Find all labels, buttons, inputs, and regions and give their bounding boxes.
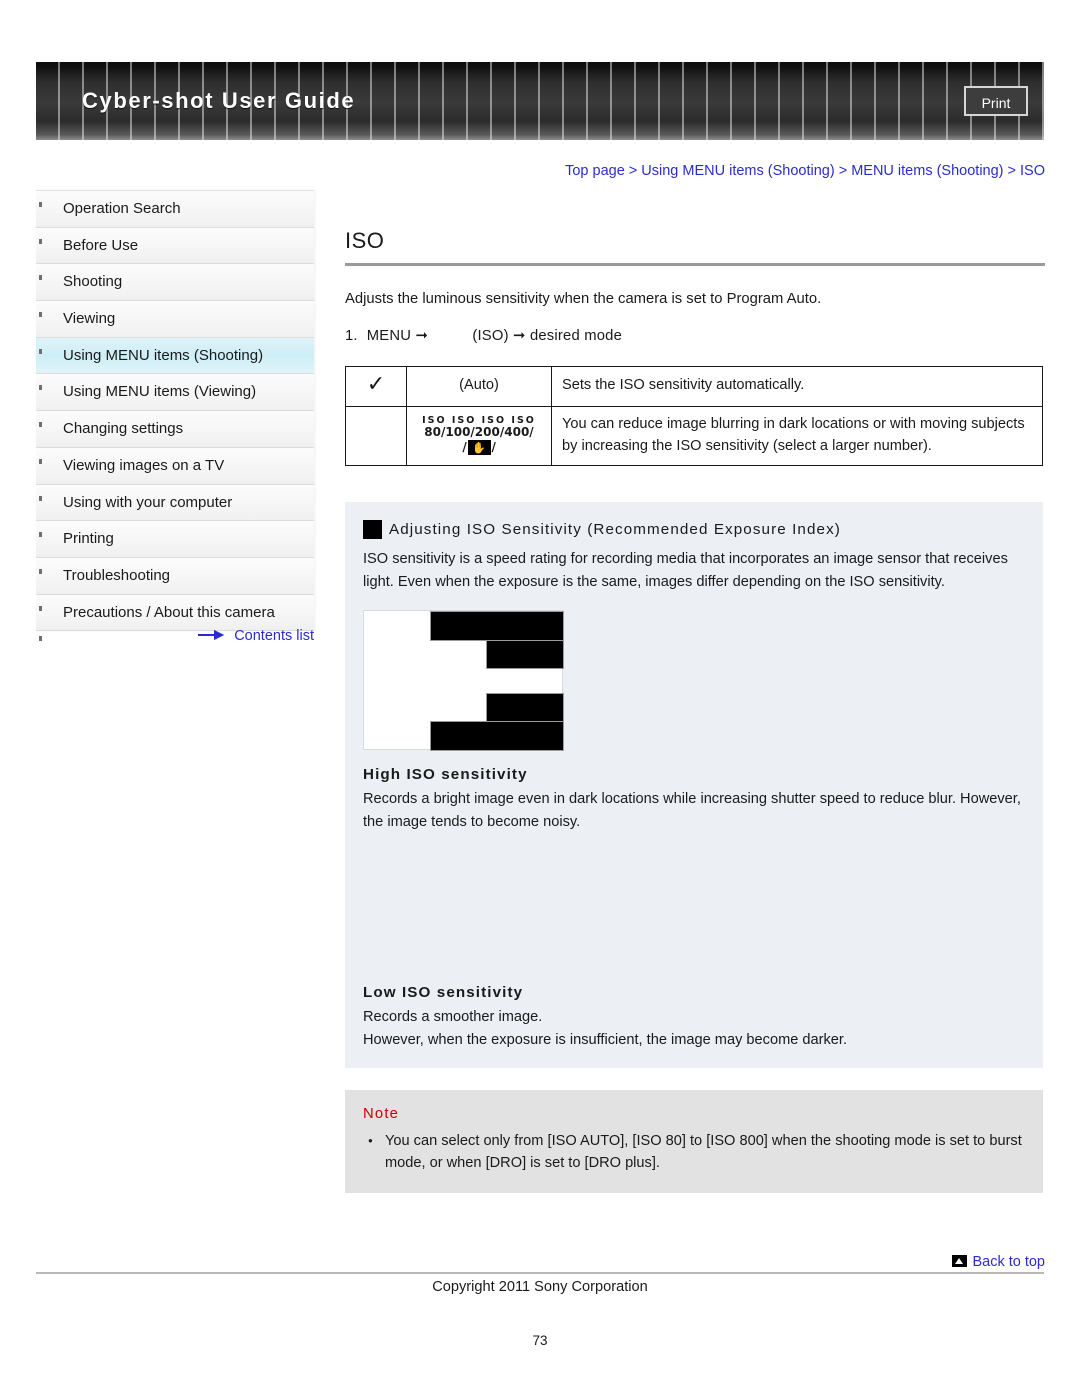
panel-spacer [363,834,1025,984]
sidebar-item-before-use[interactable]: Before Use [36,227,314,265]
iso-hand-row: // [417,440,541,456]
breadcrumb[interactable]: Top page > Using MENU items (Shooting) >… [345,163,1045,179]
print-button[interactable]: Print [964,86,1028,116]
page-title: ISO [345,228,385,253]
sidebar-item-precautions-about-this-camera[interactable]: Precautions / About this camera [36,594,314,632]
contents-list-link[interactable]: Contents list [36,628,314,644]
title-divider [345,263,1045,266]
iso-hand-suffix: / [491,440,496,455]
iso-hand-prefix: / [462,440,467,455]
table-row: ISO ISO ISO ISO 80/100/200/400/ // You c… [345,405,1043,466]
step-number: 1. [345,327,358,344]
step-instruction: 1. MENU ➞ (ISO) ➞ desired mode [345,327,1045,344]
step-arrow-icon-2: ➞ [513,326,526,344]
sidebar-item-troubleshooting[interactable]: Troubleshooting [36,557,314,595]
copyright-text: Copyright 2011 Sony Corporation [432,1279,648,1295]
panel-intro-paragraph: ISO sensitivity is a speed rating for re… [363,550,1008,590]
low-iso-body-line1: Records a smoother image. [363,1008,543,1025]
right-arrow-icon [198,628,225,644]
low-iso-heading: Low ISO sensitivity [363,983,524,1001]
step-iso-label: (ISO) [472,327,509,344]
sidebar-item-printing[interactable]: Printing [36,521,314,558]
footer-divider [36,1272,1044,1274]
app-title: Cyber-shot User Guide [82,88,356,113]
iso-sensitivity-panel: Adjusting ISO Sensitivity (Recommended E… [345,501,1043,1068]
iso-values-icon: ISO ISO ISO ISO 80/100/200/400/ // [417,415,541,456]
intro-paragraph: Adjusts the luminous sensitivity when th… [345,291,822,307]
step-desired-mode-label: desired mode [529,327,623,344]
figure-block-upper-right [486,639,564,669]
sidebar-nav-list: Operation Search Before Use Shooting Vie… [36,190,314,632]
figure-block-bottom [430,720,564,751]
sample-image-figure [363,609,564,751]
breadcrumb-text[interactable]: Top page > Using MENU items (Shooting) >… [565,163,1045,179]
sidebar-item-using-menu-items-viewing[interactable]: Using MENU items (Viewing) [36,374,314,412]
note-title: Note [363,1105,400,1122]
sidebar-item-operation-search[interactable]: Operation Search [36,191,314,228]
panel-heading-label: Adjusting ISO Sensitivity (Recommended E… [389,520,841,538]
back-to-top-label[interactable]: Back to top [972,1254,1045,1270]
page-header: Cyber-shot User Guide Print [36,62,1044,140]
list-item: You can select only from [ISO AUTO], [IS… [368,1130,1025,1175]
note-list: You can select only from [ISO AUTO], [IS… [363,1130,1025,1175]
sidebar-item-changing-settings[interactable]: Changing settings [36,411,314,448]
main-content: ISO Adjusts the luminous sensitivity whe… [345,228,1045,1194]
sidebar: Operation Search Before Use Shooting Vie… [36,190,314,644]
bullet-square-icon [363,519,382,539]
sidebar-item-using-with-your-computer[interactable]: Using with your computer [36,484,314,522]
iso-settings-table: ✓ (Auto) Sets the ISO sensitivity automa… [345,365,1043,466]
low-iso-body-line2: However, when the exposure is insufficie… [363,1031,848,1048]
back-to-top-link[interactable]: Back to top [845,1254,1045,1270]
checkmark-cell: ✓ [345,365,407,407]
high-iso-body: Records a bright image even in dark loca… [363,790,1021,830]
table-row: ✓ (Auto) Sets the ISO sensitivity automa… [345,365,1043,407]
iso-values-icon-cell: ISO ISO ISO ISO 80/100/200/400/ // [406,405,552,466]
iso-values-description-cell: You can reduce image blurring in dark lo… [551,405,1043,466]
auto-label-cell: (Auto) [406,365,552,407]
contents-list-label[interactable]: Contents list [234,628,314,644]
panel-heading: Adjusting ISO Sensitivity (Recommended E… [363,519,1025,539]
hand-icon [467,440,491,456]
iso-values-row2: 80/100/200/400/ [424,424,534,439]
auto-description-cell: Sets the ISO sensitivity automatically. [551,365,1043,407]
sidebar-item-viewing[interactable]: Viewing [36,301,314,338]
sidebar-item-using-menu-items-shooting[interactable]: Using MENU items (Shooting) [36,337,314,375]
checkmark-icon: ✓ [366,371,386,397]
note-panel: Note You can select only from [ISO AUTO]… [345,1089,1043,1194]
back-to-top-icon [952,1255,968,1267]
sidebar-item-shooting[interactable]: Shooting [36,264,314,302]
figure-block-top [430,610,564,641]
empty-check-cell [345,405,407,466]
step-arrow-icon-1: ➞ [415,326,429,344]
sidebar-item-viewing-images-on-a-tv[interactable]: Viewing images on a TV [36,447,314,485]
high-iso-heading: High ISO sensitivity [363,765,528,783]
step-menu-label: MENU [366,327,412,344]
page-number: 73 [532,1333,548,1348]
figure-block-lower-right [486,692,564,722]
